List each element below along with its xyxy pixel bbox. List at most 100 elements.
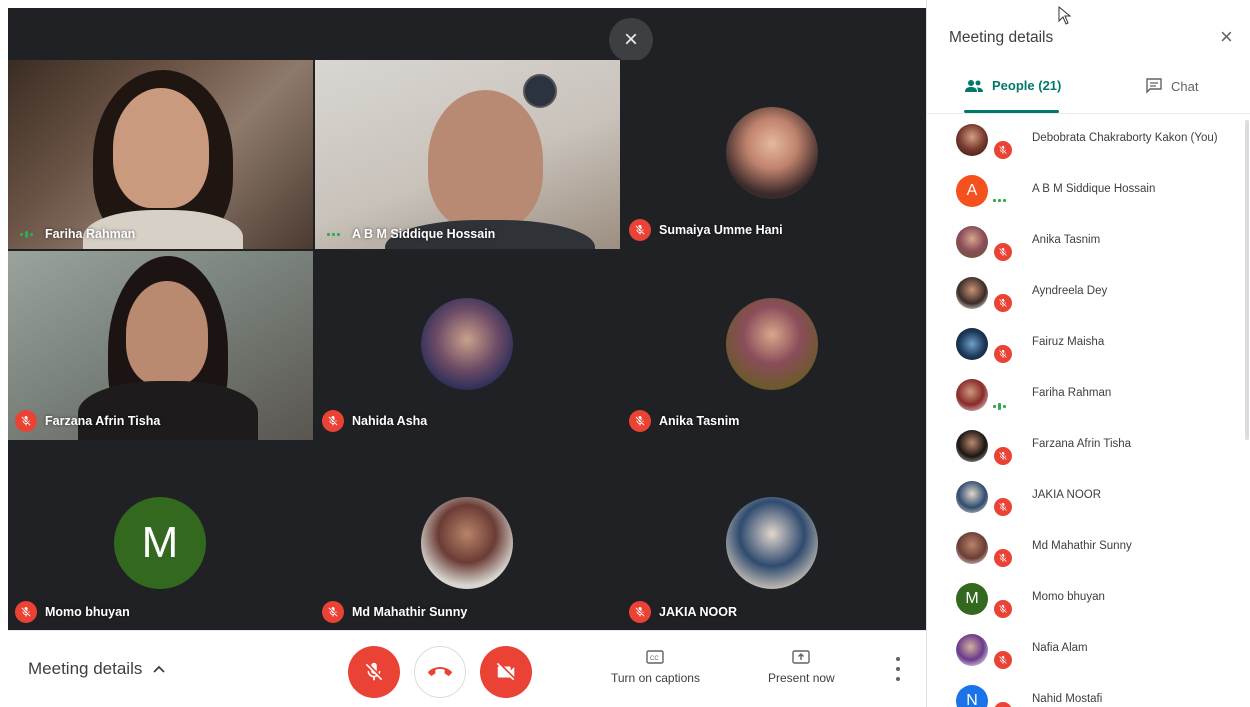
letter-avatar: M: [956, 583, 988, 615]
participant-avatar: [421, 298, 513, 390]
mouse-cursor-icon: [1058, 6, 1072, 25]
meet-window: × Fariha Rahman A B M Siddique Hossain S…: [0, 0, 1250, 707]
tile-name-tag: Fariha Rahman: [15, 227, 135, 241]
video-tile-farzana-afrin-tisha[interactable]: Farzana Afrin Tisha: [8, 251, 313, 440]
video-tile-anika-tasnim[interactable]: Anika Tasnim: [622, 251, 926, 440]
participant-avatar: [726, 497, 818, 589]
speaking-indicator-icon: [322, 232, 344, 236]
tile-name: Fariha Rahman: [45, 227, 136, 241]
mic-off-icon: [992, 598, 1014, 620]
mic-off-icon: [15, 601, 37, 623]
participant-avatar: [726, 107, 818, 199]
participant-row[interactable]: Md Mahathir Sunny: [927, 522, 1250, 573]
video-tile-jakia-noor[interactable]: JAKIA NOOR: [622, 442, 926, 630]
phone-hangup-icon: [428, 667, 452, 676]
participant-row[interactable]: Fairuz Maisha: [927, 318, 1250, 369]
participant-name: Farzana Afrin Tisha: [1032, 438, 1132, 450]
speaking-indicator-icon: [993, 403, 1006, 410]
tile-name: Farzana Afrin Tisha: [45, 414, 161, 428]
tab-people[interactable]: People (21): [964, 78, 1061, 93]
panel-tabs: People (21) Chat: [927, 66, 1250, 114]
mic-off-icon: [992, 649, 1014, 671]
participant-avatar: [956, 532, 988, 564]
video-tile-md-mahathir-sunny[interactable]: Md Mahathir Sunny: [315, 442, 620, 630]
tab-chat-label: Chat: [1171, 78, 1199, 94]
more-options-button[interactable]: [892, 657, 904, 681]
participant-name: Anika Tasnim: [1032, 234, 1101, 246]
participant-row[interactable]: Anika Tasnim: [927, 216, 1250, 267]
video-tile-nahida-asha[interactable]: Nahida Asha: [315, 251, 620, 440]
video-tile-abm-siddique-hossain[interactable]: A B M Siddique Hossain: [315, 60, 620, 249]
captions-button[interactable]: CC Turn on captions: [611, 649, 700, 685]
participant-name: Nahid Mostafi: [1032, 693, 1103, 705]
tile-name-tag: Sumaiya Umme Hani: [629, 219, 783, 241]
participant-row[interactable]: JAKIA NOOR: [927, 471, 1250, 522]
participant-row[interactable]: A A B M Siddique Hossain: [927, 165, 1250, 216]
participant-row[interactable]: Nafia Alam: [927, 624, 1250, 675]
closed-captions-icon: CC: [646, 650, 665, 664]
participant-row[interactable]: N Nahid Mostafi: [927, 675, 1250, 707]
tile-name: Anika Tasnim: [659, 414, 740, 428]
mic-off-icon: [992, 343, 1014, 365]
participant-avatar: [956, 328, 988, 360]
participant-name: A B M Siddique Hossain: [1032, 183, 1156, 195]
captions-label: Turn on captions: [611, 671, 700, 685]
svg-text:CC: CC: [650, 656, 659, 662]
participant-avatar: [726, 298, 818, 390]
participant-name: Nafia Alam: [1032, 642, 1088, 654]
participant-row[interactable]: Fariha Rahman: [927, 369, 1250, 420]
tile-name-tag: Anika Tasnim: [629, 410, 739, 432]
video-tile-sumaiya-umme-hani[interactable]: Sumaiya Umme Hani: [622, 60, 926, 249]
participant-row[interactable]: M Momo bhuyan: [927, 573, 1250, 624]
tile-name: Md Mahathir Sunny: [352, 605, 468, 619]
participant-name: JAKIA NOOR: [1032, 489, 1102, 501]
mic-off-icon: [365, 662, 383, 681]
tile-name: Nahida Asha: [352, 414, 428, 428]
tile-name-tag: Md Mahathir Sunny: [322, 601, 467, 623]
tile-name-tag: Momo bhuyan: [15, 601, 130, 623]
participant-avatar: [956, 481, 988, 513]
mic-off-icon: [992, 241, 1014, 263]
mic-off-icon: [322, 410, 344, 432]
meeting-details-panel: Meeting details × People (21) Chat Debob…: [926, 0, 1250, 707]
stage-top-strip: [8, 8, 926, 60]
video-tile-fariha-rahman[interactable]: Fariha Rahman: [8, 60, 313, 249]
panel-close-button[interactable]: ×: [1220, 26, 1233, 48]
wall-clock: [523, 74, 557, 108]
active-tab-indicator: [964, 110, 1059, 113]
participant-avatar: [421, 497, 513, 589]
camera-feed: [8, 60, 313, 249]
camera-toggle-button[interactable]: [480, 646, 532, 698]
participant-name: Debobrata Chakraborty Kakon (You): [1032, 132, 1218, 144]
participant-row[interactable]: Ayndreela Dey: [927, 267, 1250, 318]
mic-off-icon: [322, 601, 344, 623]
microphone-toggle-button[interactable]: [348, 646, 400, 698]
chat-icon: [1146, 78, 1162, 94]
close-overlay-button[interactable]: ×: [609, 18, 653, 62]
present-screen-icon: [792, 650, 811, 664]
present-now-button[interactable]: Present now: [768, 649, 835, 685]
participant-tile-grid: Fariha Rahman A B M Siddique Hossain Sum…: [8, 60, 926, 630]
participant-row[interactable]: Debobrata Chakraborty Kakon (You): [927, 114, 1250, 165]
participant-avatar: [956, 277, 988, 309]
tab-people-label: People (21): [992, 78, 1062, 93]
video-tile-momo-bhuyan[interactable]: M Momo bhuyan: [8, 442, 313, 630]
tab-chat[interactable]: Chat: [1145, 78, 1198, 94]
hang-up-button[interactable]: [414, 646, 466, 698]
meeting-details-toggle[interactable]: Meeting details: [28, 659, 166, 679]
participant-row[interactable]: Farzana Afrin Tisha: [927, 420, 1250, 471]
participant-avatar: [956, 124, 988, 156]
letter-avatar: A: [956, 175, 988, 207]
tile-name-tag: JAKIA NOOR: [629, 601, 737, 623]
participant-name: Fariha Rahman: [1032, 387, 1112, 399]
participant-name: Fairuz Maisha: [1032, 336, 1105, 348]
mic-off-icon: [992, 700, 1014, 707]
camera-off-icon: [496, 662, 515, 681]
mic-off-icon: [629, 219, 651, 241]
call-controls-bar: Meeting details CC Turn on captions Pres…: [8, 630, 926, 707]
letter-avatar: N: [956, 685, 988, 707]
camera-feed: [315, 60, 620, 249]
participant-avatar: [956, 226, 988, 258]
tile-name-tag: A B M Siddique Hossain: [322, 227, 495, 241]
participant-list-scrollbar[interactable]: [1245, 120, 1249, 440]
